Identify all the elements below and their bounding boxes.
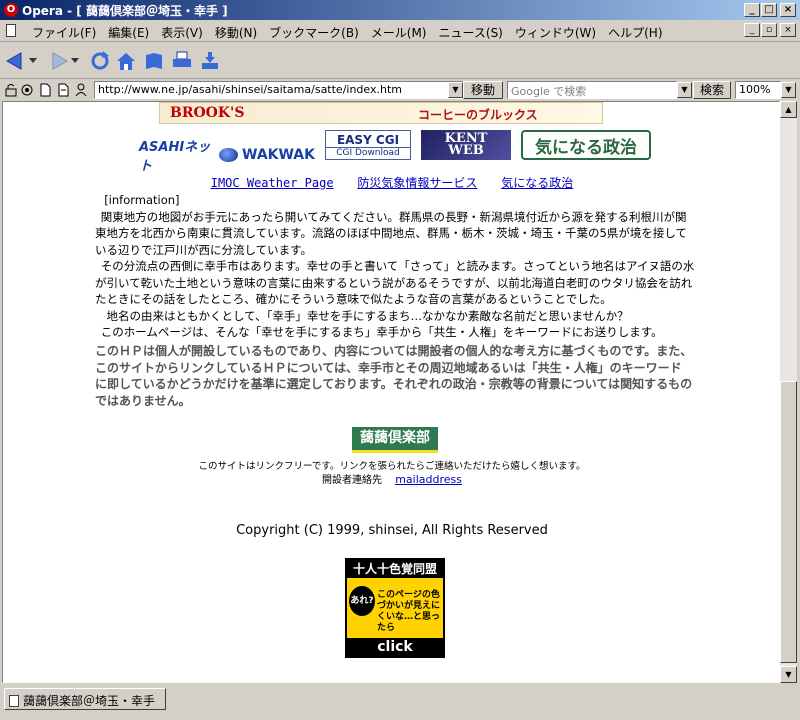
window-title: Opera - [ 藹藹倶楽部＠埼玉・幸手 ] [22, 4, 228, 18]
menu-items: ファイル(F) 編集(E) 表示(V) 移動(N) ブックマーク(B) メール(M) ニュー… [26, 24, 669, 41]
title-bar: O Opera - [ 藹藹倶楽部＠埼玉・幸手 ] _ □ × [0, 0, 800, 20]
save-icon[interactable] [198, 49, 222, 73]
scroll-thumb[interactable] [780, 381, 797, 663]
home-icon[interactable] [114, 49, 138, 73]
page-tab-icon [9, 695, 19, 707]
color-vision-banner[interactable]: 十人十色覚同盟 あれ? このページの色づかいが見えにくいな…と思ったら clic… [345, 558, 445, 658]
easy-cgi-title: EASY CGI [336, 132, 400, 147]
scroll-up-icon[interactable]: ▲ [780, 101, 797, 118]
contact-label: 開設者連絡先 [322, 475, 382, 486]
security-lock-icon[interactable] [4, 83, 18, 97]
globe-icon [219, 148, 238, 162]
information-paragraph-4: このホームページは、そんな「幸せを手にするまち」幸手から「共生・人権」をキーワー… [100, 325, 663, 339]
address-bar: http://www.ne.jp/asahi/shinsei/saitama/s… [0, 80, 800, 100]
color-banner-are: あれ? [349, 586, 375, 616]
information-paragraph-2: その分流点の西側に幸手市はあります。幸せの手と書いて「さって」と読みます。さって… [95, 259, 695, 306]
mailaddress-link[interactable]: mailaddress [395, 473, 462, 486]
wakwak-logo: WAKWAK [242, 147, 315, 163]
menu-bar: ファイル(F) 編集(E) 表示(V) 移動(N) ブックマーク(B) メール(M) ニュー… [0, 20, 800, 42]
mdi-restore-button[interactable]: ▫ [761, 23, 777, 37]
menu-item-0[interactable]: ファイル(F) [26, 24, 102, 41]
user-mode-icon[interactable] [74, 83, 88, 97]
page-tab[interactable]: 藹藹倶楽部＠埼玉・幸手 [4, 688, 166, 710]
bousai-link[interactable]: 防災気象情報サービス [357, 176, 477, 190]
menu-item-5[interactable]: メール(M) [365, 24, 433, 41]
page-content: BROOK'S コーヒーのブルックス ASAHIネット WAKWAK EASY … [2, 101, 780, 683]
scroll-down-icon[interactable]: ▼ [780, 666, 797, 683]
link-free-notice: このサイトはリンクフリーです。リンクを張られたらご連絡いただけたら嬉しく想います… [198, 461, 586, 472]
page-tab-title: 藹藹倶楽部＠埼玉・幸手 [23, 694, 156, 708]
imoc-weather-link[interactable]: IMOC Weather Page [211, 176, 334, 190]
disclaimer-text: このＨＰは個人が開設しているものであり、内容については開設者の個人的な考え方に基… [95, 344, 693, 408]
opera-icon: O [4, 3, 18, 17]
information-heading: [information] [104, 193, 180, 207]
kent-web-banner[interactable]: KENT WEB [421, 130, 511, 160]
navigation-toolbar [0, 43, 800, 79]
url-dropdown-icon[interactable]: ▼ [448, 82, 463, 98]
minimize-button[interactable]: _ [744, 3, 760, 17]
menu-item-7[interactable]: ウィンドウ(W) [509, 24, 602, 41]
forward-icon[interactable] [46, 49, 70, 73]
zoom-dropdown-icon[interactable]: ▼ [781, 82, 796, 98]
information-paragraph-1: 関東地方の地図がお手元にあったら開いてみてください。群馬県の長野・新潟県境付近か… [95, 209, 687, 257]
information-section: [information] 関東地方の地図がお手元にあったら開いてみてください。… [95, 192, 695, 341]
vertical-scrollbar[interactable]: ▲ ▼ [780, 101, 797, 683]
print-icon[interactable] [170, 49, 194, 73]
asahi-wakwak-banner[interactable]: ASAHIネット WAKWAK [139, 140, 315, 174]
easy-cgi-subtitle: CGI Download [326, 146, 410, 158]
menu-item-6[interactable]: ニュース(S) [432, 24, 508, 41]
images-toggle-icon[interactable] [20, 83, 34, 97]
brooks-text: コーヒーのブルックス [418, 108, 538, 122]
menu-item-2[interactable]: 表示(V) [155, 24, 209, 41]
reload-icon[interactable] [88, 49, 112, 73]
information-paragraph-3: 地名の由来はともかくとして、「幸手」幸せを手にするまち…なかなか素敵な名前だと思… [106, 308, 629, 323]
go-button[interactable]: 移動 [463, 81, 503, 99]
links-row: IMOC Weather Page 防災気象情報サービス 気になる政治 [3, 174, 779, 191]
search-engine-dropdown-icon[interactable]: ▼ [677, 82, 692, 98]
author-mode-icon[interactable] [56, 83, 70, 97]
brooks-logo: BROOK'S [170, 105, 245, 121]
status-bar: 藹藹倶楽部＠埼玉・幸手 [0, 684, 800, 720]
asahi-net-logo: ASAHIネット [139, 140, 211, 174]
mdi-close-button[interactable]: × [780, 23, 796, 37]
color-banner-click: click [347, 638, 443, 656]
brooks-banner[interactable]: BROOK'S コーヒーのブルックス [159, 102, 603, 124]
forward-history-icon[interactable] [70, 49, 80, 73]
menu-item-4[interactable]: ブックマーク(B) [263, 24, 365, 41]
document-icon [6, 24, 16, 37]
contact-line: 開設者連絡先 mailaddress [3, 471, 779, 486]
hotlist-icon[interactable] [142, 49, 166, 73]
mdi-minimize-button[interactable]: _ [744, 23, 760, 37]
kininaru-seiji-link[interactable]: 気になる政治 [501, 176, 573, 190]
club-logo: 藹藹倶楽部 [352, 427, 438, 453]
color-banner-title: 十人十色覚同盟 [347, 560, 443, 578]
back-history-icon[interactable] [28, 49, 38, 73]
url-input[interactable]: http://www.ne.jp/asahi/shinsei/saitama/s… [94, 81, 464, 99]
search-input[interactable]: Google で検索 [507, 81, 677, 99]
maximize-button[interactable]: □ [761, 3, 777, 17]
copyright-text: Copyright (C) 1999, shinsei, All Rights … [236, 523, 548, 538]
kent-web-line2: WEB [448, 143, 484, 158]
search-button[interactable]: 検索 [693, 81, 731, 99]
easy-cgi-banner[interactable]: EASY CGI CGI Download [325, 130, 411, 160]
menu-item-8[interactable]: ヘルプ(H) [602, 24, 668, 41]
menu-item-1[interactable]: 編集(E) [102, 24, 155, 41]
color-banner-text: このページの色づかいが見えにくいな…と思ったら [377, 590, 441, 633]
menu-item-3[interactable]: 移動(N) [209, 24, 263, 41]
back-icon[interactable] [4, 49, 28, 73]
zoom-select[interactable]: 100% [735, 81, 781, 99]
kininaru-seiji-banner[interactable]: 気になる政治 [521, 130, 651, 160]
page-icon[interactable] [38, 83, 52, 97]
close-button[interactable]: × [780, 3, 796, 17]
